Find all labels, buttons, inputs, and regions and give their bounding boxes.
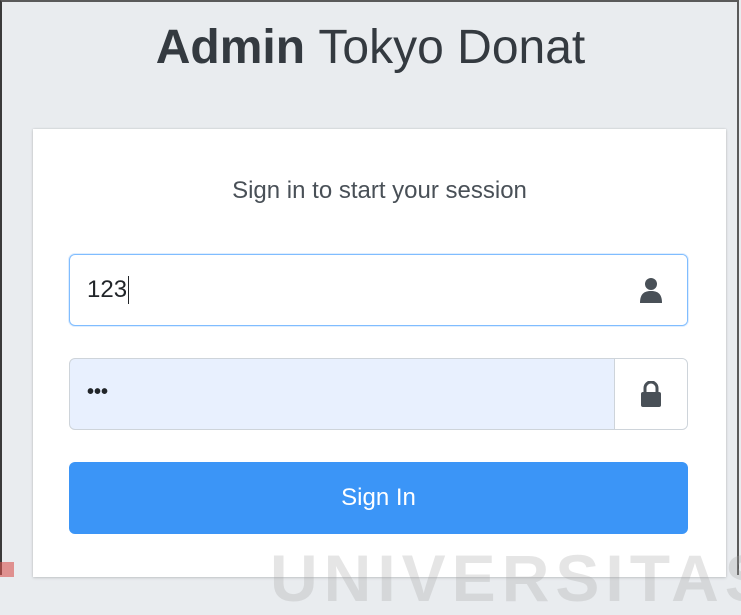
sign-in-button[interactable]: Sign In bbox=[69, 462, 688, 534]
login-logo[interactable]: Admin Tokyo Donat bbox=[0, 20, 741, 76]
user-icon bbox=[615, 255, 687, 325]
username-input-group: 123 bbox=[69, 254, 688, 326]
lock-icon bbox=[614, 359, 687, 429]
logo-bold-text: Admin bbox=[155, 21, 306, 74]
password-input[interactable]: ••• bbox=[70, 359, 614, 429]
username-value: 123 bbox=[87, 276, 128, 303]
text-caret bbox=[128, 276, 130, 304]
login-box-message: Sign in to start your session bbox=[232, 177, 527, 204]
password-masked-value: ••• bbox=[87, 380, 109, 403]
corner-mark bbox=[0, 562, 14, 577]
logo-light-text: Tokyo Donat bbox=[318, 21, 586, 74]
password-input-group: ••• bbox=[69, 358, 688, 430]
username-input[interactable]: 123 bbox=[70, 255, 615, 325]
login-card: Sign in to start your session 123 ••• Si… bbox=[33, 129, 726, 577]
